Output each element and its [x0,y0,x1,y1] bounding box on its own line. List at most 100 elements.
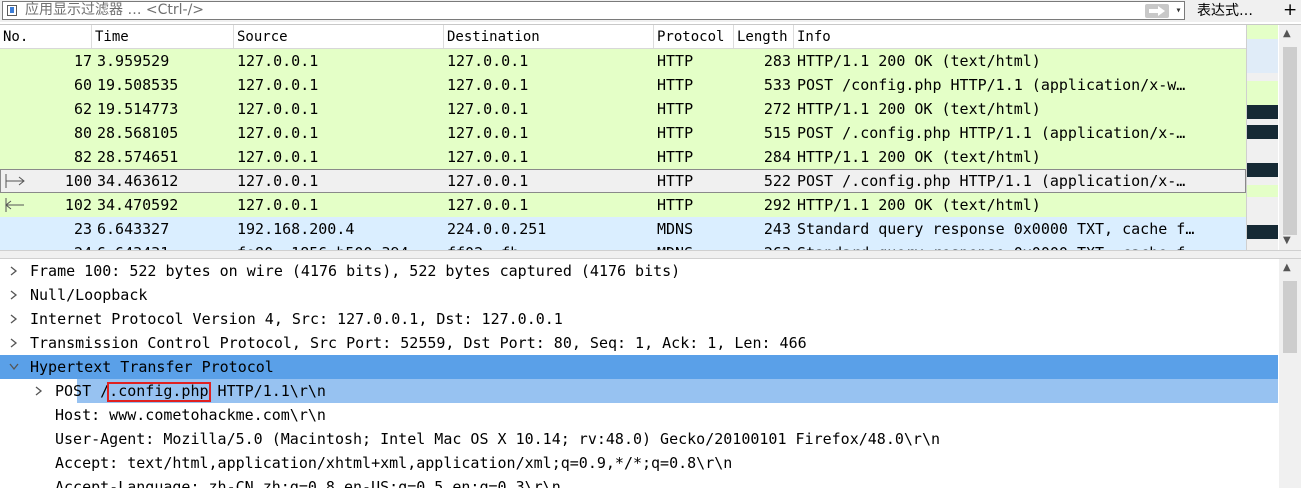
packet-source: 127.0.0.1 [237,124,319,142]
column-header-info[interactable]: Info [794,25,1246,48]
packet-destination: 127.0.0.1 [447,172,529,190]
detail-tree-item-text: Internet Protocol Version 4, Src: 127.0.… [30,310,563,328]
packet-details-pane: Frame 100: 522 bytes on wire (4176 bits)… [0,259,1301,488]
packet-time: 28.568105 [97,124,179,142]
packet-list-scroll-thumb[interactable] [1283,47,1297,235]
packet-no: 62 [73,100,92,118]
packet-destination: 127.0.0.1 [447,124,529,142]
packet-length: 533 [763,76,791,94]
detail-tree-item[interactable]: Internet Protocol Version 4, Src: 127.0.… [0,307,1278,331]
detail-tree-item-text: Hypertext Transfer Protocol [30,358,274,376]
display-filter-input[interactable]: 应用显示过滤器 … <Ctrl-/> [25,2,204,19]
packet-source: 192.168.200.4 [237,220,355,238]
detail-tree-item[interactable]: Hypertext Transfer Protocol [0,355,1278,379]
detail-tree-item-text: Accept: text/html,application/xhtml+xml,… [55,454,733,472]
packet-details-scroll-thumb[interactable] [1283,281,1297,353]
packet-info: POST /.config.php HTTP/1.1 (application/… [797,124,1186,142]
packet-length: 292 [763,196,791,214]
add-filter-button[interactable]: + [1283,0,1297,22]
detail-tree-item-text: Transmission Control Protocol, Src Port:… [30,334,807,352]
packet-info: HTTP/1.1 200 OK (text/html) [797,52,1041,70]
packet-length: 515 [763,124,791,142]
packet-time: 19.508535 [97,76,179,94]
packet-row[interactable]: 100 34.463612 127.0.0.1 127.0.0.1 HTTP 522 POS… [0,169,1246,193]
scroll-down-icon[interactable]: ▼ [1283,235,1291,246]
packet-list-header: No. Time Source Destination Protocol Len… [0,25,1246,49]
packet-time: 34.463612 [97,172,179,190]
packet-source: 127.0.0.1 [237,100,319,118]
packet-no: 23 [73,220,92,238]
packet-destination: 224.0.0.251 [447,220,547,238]
packet-source: 127.0.0.1 [237,196,319,214]
packet-destination: 127.0.0.1 [447,52,529,70]
packet-length: 283 [763,52,791,70]
highlight-box-config-php [107,382,211,402]
display-filter-toolbar: 应用显示过滤器 … <Ctrl-/> ▾ 表达式… + [0,0,1301,22]
detail-tree-item[interactable]: Accept: text/html,application/xhtml+xml,… [0,451,1278,475]
packet-protocol: HTTP [657,196,694,214]
column-header-length[interactable]: Length [734,25,794,48]
filter-history-dropdown[interactable]: ▾ [1172,2,1185,19]
packet-protocol: HTTP [657,52,694,70]
packet-row[interactable]: 102 34.470592 127.0.0.1 127.0.0.1 HTTP 292 HTT… [0,193,1246,217]
bookmark-icon[interactable] [7,5,17,16]
column-header-source[interactable]: Source [234,25,444,48]
packet-destination: 127.0.0.1 [447,76,529,94]
expression-button[interactable]: 表达式… [1197,0,1253,22]
related-response-arrow-icon [5,198,24,212]
detail-tree-item[interactable]: POST /.config.php HTTP/1.1\r\n [35,379,1278,403]
packet-protocol: HTTP [657,148,694,166]
detail-tree-item-text: User-Agent: Mozilla/5.0 (Macintosh; Inte… [55,430,941,448]
packet-list-scrollbar[interactable]: ▲ ▼ [1279,25,1301,251]
sort-ascending-icon: ^ [690,24,698,30]
packet-time: 3.959529 [97,52,170,70]
packet-destination: 127.0.0.1 [447,148,529,166]
detail-tree-item[interactable]: Accept-Language: zh-CN,zh;q=0.8,en-US;q=… [0,475,1278,488]
packet-source: 127.0.0.1 [237,172,319,190]
detail-tree-item[interactable]: User-Agent: Mozilla/5.0 (Macintosh; Inte… [0,427,1278,451]
packet-info: POST /config.php HTTP/1.1 (application/x… [797,76,1186,94]
packet-length: 243 [763,220,791,238]
packet-destination: 127.0.0.1 [447,196,529,214]
packet-no: 82 [73,148,92,166]
packet-length: 272 [763,100,791,118]
packet-source: 127.0.0.1 [237,148,319,166]
packet-row[interactable]: 17 3.959529 127.0.0.1 127.0.0.1 HTTP 283 HTTP/… [0,49,1246,73]
packet-no: 17 [73,52,92,70]
packet-source: 127.0.0.1 [237,76,319,94]
packet-details-scrollbar[interactable]: ▲ [1279,259,1301,488]
detail-tree-item-text: Host: www.cometohackme.com\r\n [55,406,326,424]
chevron-down-icon[interactable] [8,361,22,385]
detail-tree-item[interactable]: Transmission Control Protocol, Src Port:… [0,331,1278,355]
packet-info: HTTP/1.1 200 OK (text/html) [797,148,1041,166]
packet-protocol: HTTP [657,172,694,190]
packet-info: HTTP/1.1 200 OK (text/html) [797,196,1041,214]
packet-time: 34.470592 [97,196,179,214]
packet-destination: 127.0.0.1 [447,100,529,118]
display-filter-field[interactable]: 应用显示过滤器 … <Ctrl-/> ▾ [2,1,1185,20]
scroll-up-icon[interactable]: ▲ [1283,28,1291,39]
packet-protocol: HTTP [657,124,694,142]
packet-info: Standard query response 0x0000 TXT, cach… [797,220,1195,238]
related-request-arrow-icon [5,174,25,188]
detail-tree-item-text: Accept-Language: zh-CN,zh;q=0.8,en-US;q=… [55,478,561,488]
packet-info: POST /.config.php HTTP/1.1 (application/… [797,172,1186,190]
detail-tree-item[interactable]: Frame 100: 522 bytes on wire (4176 bits)… [0,259,1278,283]
packet-info: HTTP/1.1 200 OK (text/html) [797,100,1041,118]
packet-list: No. Time Source Destination Protocol Len… [0,24,1301,251]
pane-splitter[interactable] [0,250,1301,259]
scroll-up-icon[interactable]: ▲ [1283,262,1291,273]
packet-row[interactable]: 62 19.514773 127.0.0.1 127.0.0.1 HTTP 272 HTTP… [0,97,1246,121]
packet-time: 6.643327 [97,220,170,238]
detail-tree-item[interactable]: Host: www.cometohackme.com\r\n [0,403,1278,427]
column-header-no[interactable]: No. [0,25,92,48]
column-header-destination[interactable]: Destination [444,25,654,48]
column-header-time[interactable]: Time [92,25,234,48]
packet-row[interactable]: 23 6.643327 192.168.200.4 224.0.0.251 MDNS 24… [0,217,1246,241]
packet-row[interactable]: 80 28.568105 127.0.0.1 127.0.0.1 HTTP 515 POST… [0,121,1246,145]
packet-length: 522 [763,172,791,190]
detail-tree-item[interactable]: Null/Loopback [0,283,1278,307]
packet-row[interactable]: 82 28.574651 127.0.0.1 127.0.0.1 HTTP 284 HTTP… [0,145,1246,169]
apply-filter-button[interactable] [1145,4,1169,18]
packet-row[interactable]: 60 19.508535 127.0.0.1 127.0.0.1 HTTP 533 POST… [0,73,1246,97]
